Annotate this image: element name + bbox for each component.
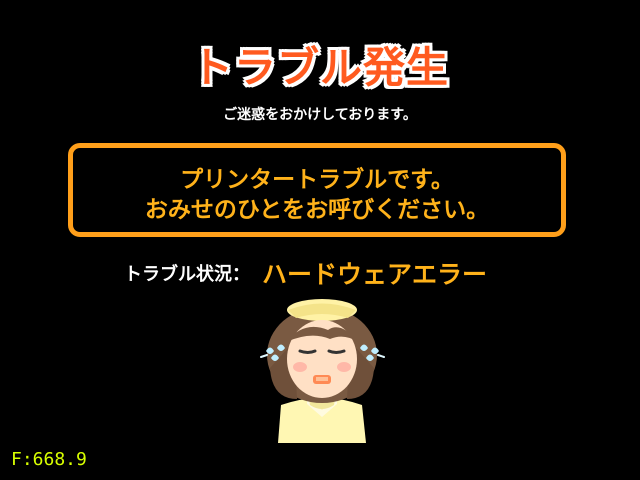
- error-message-line-1: プリンタートラブルです。: [180, 167, 454, 193]
- crying-staff-woman-icon: [260, 299, 385, 443]
- error-message-line-2: おみせのひとをお呼びください。: [144, 197, 490, 223]
- trouble-status-value: ハードウェアエラー: [262, 260, 488, 289]
- frame-rate-readout: F:668.9: [11, 449, 87, 470]
- trouble-status: トラブル状況： ハードウェアエラー: [124, 255, 487, 289]
- page-title: トラブル発生: [190, 43, 449, 92]
- apology-message: ご迷惑をおかけしております。: [223, 107, 417, 123]
- error-message-box: プリンタートラブルです。 おみせのひとをお呼びください。: [68, 143, 566, 237]
- trouble-status-label: トラブル状況：: [124, 264, 250, 285]
